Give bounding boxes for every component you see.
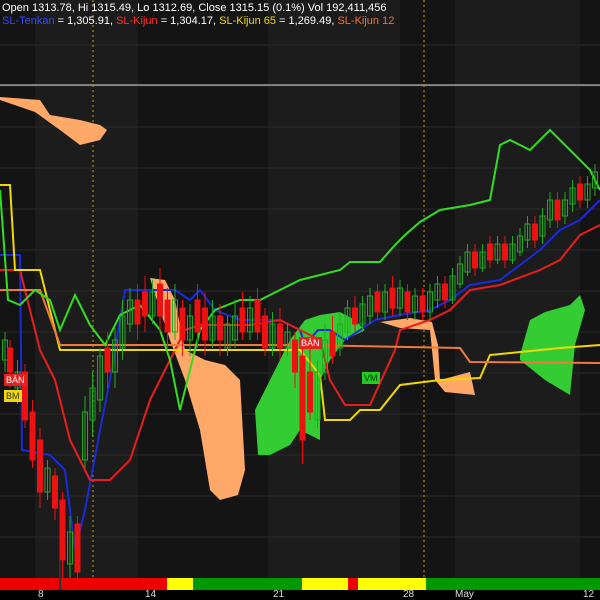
candle-down: [442, 283, 448, 301]
candle-down: [59, 499, 66, 561]
candle-down: [277, 323, 283, 349]
ohlc-text: Open 1313.78, Hi 1315.49, Lo 1312.69, Cl…: [2, 2, 387, 14]
candle-down: [532, 223, 538, 241]
trend-segment-yellow: [358, 578, 426, 590]
candle-down: [389, 287, 396, 309]
sell-signal-label: BÁN: [299, 337, 322, 349]
candle-down: [134, 299, 141, 325]
candle-down: [292, 339, 298, 373]
x-tick-label: 28: [403, 589, 415, 600]
trend-segment-red: [348, 578, 358, 590]
kijun-value: = 1,304.17,: [157, 15, 220, 27]
candle-down: [254, 299, 261, 333]
kijun65-value: = 1,269.49,: [275, 15, 338, 27]
candle-down: [554, 199, 561, 221]
kijun65-label: SL-Kijun 65: [219, 15, 276, 27]
candle-down: [52, 475, 58, 509]
trend-segment-green: [426, 578, 600, 590]
candle-down: [329, 331, 336, 357]
candle-down: [487, 243, 493, 261]
x-tick-label: May: [455, 589, 474, 600]
trend-segment-yellow: [302, 578, 348, 590]
candle-down: [157, 283, 163, 317]
x-tick-label: 8: [38, 589, 44, 600]
candle-down: [239, 307, 246, 333]
indicator-values-line: SL-Tenkan = 1,305.91, SL-Kijun = 1,304.1…: [0, 15, 600, 28]
trend-segment-red: [0, 578, 167, 590]
candle-down: [352, 307, 358, 325]
tenkan-value: = 1,305.91,: [54, 15, 117, 27]
candle-down: [29, 411, 36, 461]
candle-down: [164, 299, 171, 333]
tenkan-label: SL-Tenkan: [2, 15, 55, 27]
chart-background: [0, 0, 600, 578]
buy-signal-label-left: BM: [4, 390, 22, 402]
candle-down: [37, 439, 43, 493]
candle-down: [374, 291, 381, 313]
buy-signal-label: VM: [362, 372, 380, 384]
x-tick-label: 12: [583, 589, 595, 600]
x-tick-label: 14: [145, 589, 157, 600]
trend-segment-yellow: [167, 578, 193, 590]
candle-down: [217, 315, 223, 341]
candle-down: [577, 183, 583, 201]
candle-down: [502, 243, 508, 261]
trend-segment-green: [193, 578, 302, 590]
kijun12-label: SL-Kijun 12: [337, 15, 395, 27]
candle-down: [74, 523, 81, 573]
background-band: [268, 0, 400, 578]
candle-down: [194, 299, 201, 333]
kijun-label: SL-Kijun: [116, 15, 158, 27]
candle-down: [472, 251, 478, 269]
candle-down: [299, 355, 306, 441]
candle-down: [262, 315, 268, 349]
candle-down: [142, 291, 148, 317]
ohlc-header: Open 1313.78, Hi 1315.49, Lo 1312.69, Cl…: [0, 2, 600, 28]
candle-down: [7, 347, 13, 373]
candle-down: [307, 371, 313, 413]
ohlc-line: Open 1313.78, Hi 1315.49, Lo 1312.69, Cl…: [0, 2, 600, 15]
candle-down: [202, 307, 208, 341]
candle-down: [104, 347, 111, 373]
background-band: [580, 0, 600, 578]
x-tick-label: 21: [273, 589, 285, 600]
candle-down: [404, 291, 411, 313]
sell-signal-label-left: BÁN: [4, 374, 27, 386]
ichimoku-chart: [0, 0, 600, 590]
candle-down: [179, 307, 186, 341]
candle-down: [419, 295, 426, 313]
